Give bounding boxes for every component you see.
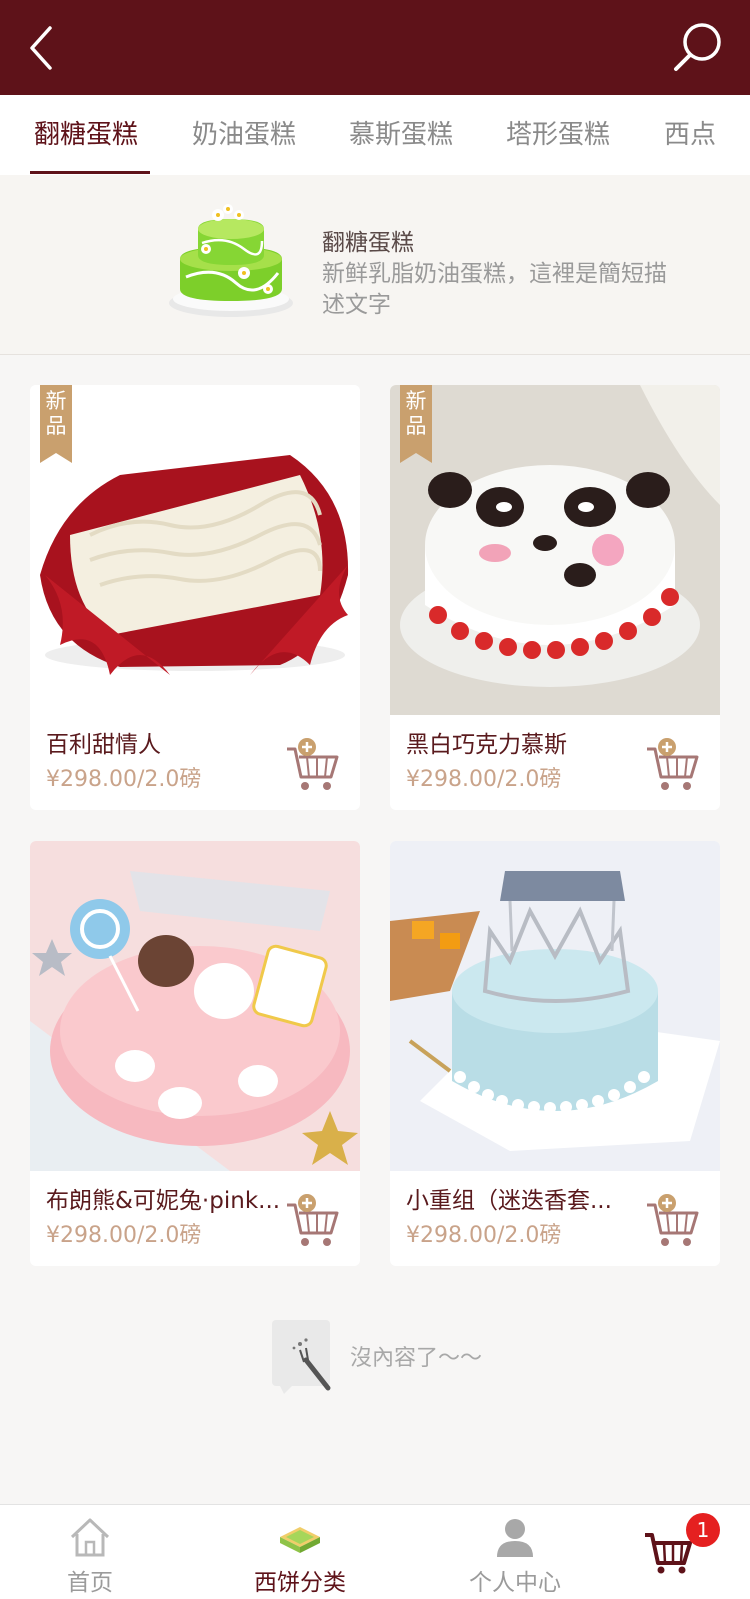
tab-fondant-cake[interactable]: 翻糖蛋糕 bbox=[34, 95, 138, 175]
cart-count-badge: 1 bbox=[686, 1513, 720, 1547]
tabbar-item-profile[interactable]: 个人中心 bbox=[455, 1505, 575, 1599]
product-card[interactable]: 布朗熊&可妮兔·pink... ¥298.00/2.0磅 bbox=[30, 841, 360, 1266]
add-to-cart-button[interactable] bbox=[285, 737, 341, 793]
rose-petal-cream-cake-image bbox=[30, 385, 360, 715]
product-name: 黑白巧克力慕斯 bbox=[406, 732, 567, 758]
tabbar-item-home[interactable]: 首页 bbox=[40, 1505, 140, 1599]
panda-cake-image bbox=[390, 385, 720, 715]
tabbar-label-home: 首页 bbox=[67, 1570, 113, 1596]
tab-mousse-cake[interactable]: 慕斯蛋糕 bbox=[349, 95, 453, 175]
category-title: 翻糖蛋糕 bbox=[322, 230, 414, 256]
product-card[interactable]: 新品 黑白巧克力慕斯 ¥298.00/2.0磅 bbox=[390, 385, 720, 810]
tabbar-label-profile: 个人中心 bbox=[469, 1570, 561, 1596]
add-to-cart-button[interactable] bbox=[285, 1193, 341, 1249]
search-icon bbox=[674, 23, 721, 71]
user-icon bbox=[497, 1519, 533, 1557]
tabbar-item-category[interactable]: 西饼分类 bbox=[240, 1505, 360, 1599]
new-product-tag: 新品 bbox=[405, 389, 427, 438]
product-price: ¥298.00/2.0磅 bbox=[406, 767, 562, 792]
pink-birthday-cake-image bbox=[30, 841, 360, 1171]
end-of-list-note: 沒內容了～～ bbox=[270, 1318, 530, 1398]
active-tab-indicator bbox=[30, 171, 150, 174]
end-of-list-text: 沒內容了～～ bbox=[350, 1346, 483, 1371]
add-to-cart-button[interactable] bbox=[645, 1193, 701, 1249]
product-price: ¥298.00/2.0磅 bbox=[46, 1223, 202, 1248]
cake-slice-icon bbox=[280, 1527, 320, 1553]
blue-crown-birthday-cake-image bbox=[390, 841, 720, 1171]
tab-cream-cake[interactable]: 奶油蛋糕 bbox=[192, 95, 296, 175]
tabbar-label-category: 西饼分类 bbox=[254, 1570, 346, 1596]
new-product-tag: 新品 bbox=[45, 389, 67, 438]
top-bar bbox=[0, 0, 750, 95]
product-name: 百利甜情人 bbox=[46, 732, 161, 758]
green-layer-cake-image bbox=[169, 204, 293, 317]
category-banner: 翻糖蛋糕 新鲜乳脂奶油蛋糕，這裡是簡短描述文字 bbox=[0, 175, 750, 355]
bottom-tab-bar: 首页 西饼分类 个人中心 bbox=[0, 1504, 750, 1599]
chevron-left-icon bbox=[30, 26, 52, 70]
cart-icon bbox=[645, 1533, 692, 1574]
empty-plate-fork-icon bbox=[272, 1320, 331, 1394]
search-button[interactable] bbox=[668, 18, 728, 78]
category-tabs: 翻糖蛋糕 奶油蛋糕 慕斯蛋糕 塔形蛋糕 西点 bbox=[0, 95, 750, 175]
tab-tower-cake[interactable]: 塔形蛋糕 bbox=[506, 95, 610, 175]
product-name: 布朗熊&可妮兔·pink... bbox=[46, 1188, 281, 1214]
product-price: ¥298.00/2.0磅 bbox=[46, 767, 202, 792]
category-description: 新鲜乳脂奶油蛋糕，這裡是簡短描述文字 bbox=[322, 261, 667, 318]
back-button[interactable] bbox=[22, 20, 72, 76]
add-to-cart-button[interactable] bbox=[645, 737, 701, 793]
product-name: 小重组（迷迭香套... bbox=[406, 1188, 612, 1214]
home-icon bbox=[70, 1518, 110, 1557]
product-card[interactable]: 小重组（迷迭香套... ¥298.00/2.0磅 bbox=[390, 841, 720, 1266]
tab-pastry[interactable]: 西点 bbox=[664, 95, 716, 175]
product-price: ¥298.00/2.0磅 bbox=[406, 1223, 562, 1248]
product-card[interactable]: 新品 百利甜情人 ¥298.00/2.0磅 bbox=[30, 385, 360, 810]
